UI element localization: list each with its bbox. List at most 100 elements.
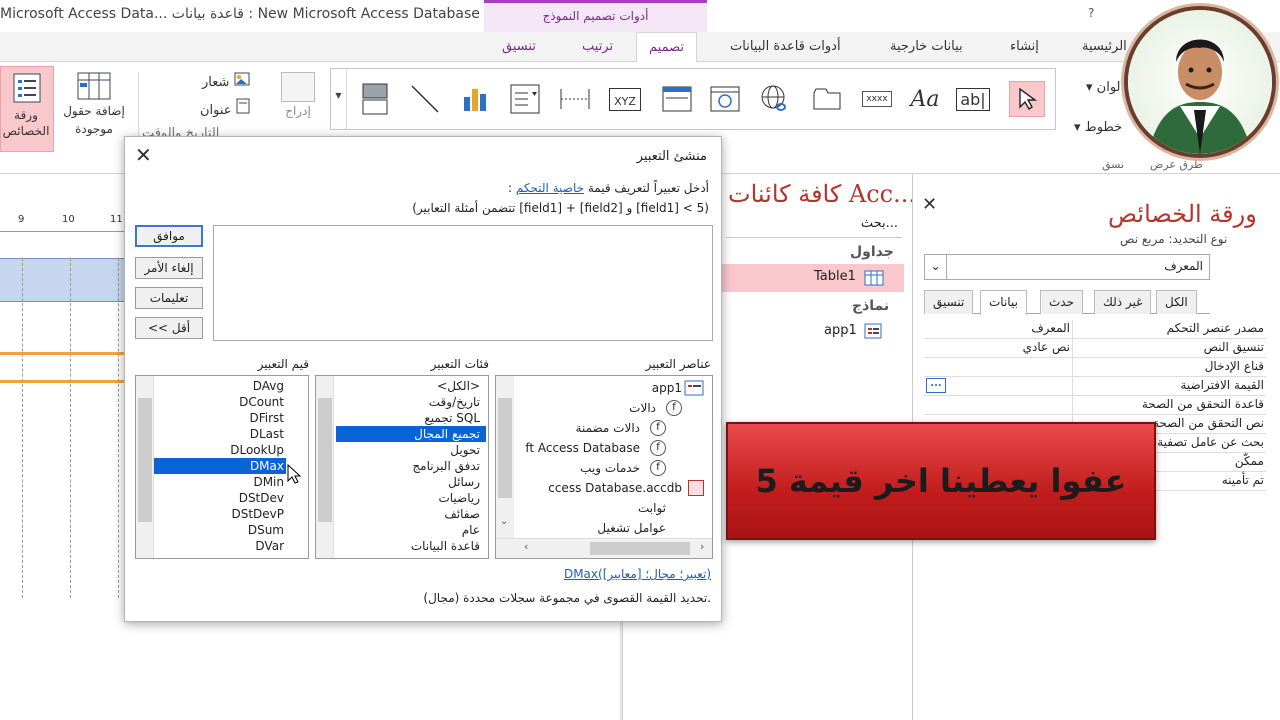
expression-elements-list[interactable]: app1 دالات دالات مضمنة ft Access Databas… [495, 375, 713, 559]
page-break-icon[interactable] [557, 81, 593, 117]
prop-row[interactable]: تنسيق النص نص عادي [924, 339, 1266, 358]
ptab-all[interactable]: الكل [1156, 290, 1197, 314]
ptab-other[interactable]: غير ذلك [1094, 290, 1152, 314]
form-header-band[interactable] [0, 258, 124, 302]
tab-arrange[interactable]: ترتيب [582, 32, 613, 62]
vertical-scrollbar[interactable] [136, 376, 154, 558]
less-button[interactable]: << أقل [135, 317, 203, 339]
toggle-button-icon[interactable] [357, 81, 393, 117]
scroll-left-icon[interactable]: ‹ [524, 540, 528, 553]
label-control-icon[interactable]: Aa [907, 81, 943, 117]
scroll-right-icon[interactable]: › [700, 540, 704, 553]
help-button[interactable]: تعليمات [135, 287, 203, 309]
list-item[interactable]: ccess Database.accdb [548, 480, 682, 496]
builder-button[interactable]: ... [926, 378, 946, 393]
list-item[interactable]: تحويل [450, 442, 480, 458]
prop-row[interactable]: قناع الإدخال [924, 358, 1266, 377]
combo-box-icon[interactable] [507, 81, 543, 117]
list-item[interactable]: ft Access Database [525, 440, 640, 456]
list-item-selected[interactable]: تجميع المجال [336, 426, 486, 442]
list-item[interactable]: عام [462, 522, 480, 538]
list-item[interactable]: DVar [255, 538, 284, 554]
list-item[interactable]: عوامل تشغيل [597, 520, 666, 536]
insert-image-button[interactable]: إدراج صورة [270, 70, 326, 138]
navigation-control-icon[interactable] [659, 81, 695, 117]
prop-row[interactable]: القيمة الافتراضية ... [924, 377, 1266, 396]
close-icon[interactable]: ✕ [135, 143, 152, 167]
list-item[interactable]: تدفق البرنامج [412, 458, 480, 474]
prop-row[interactable]: مصدر عنصر التحكم المعرف [924, 320, 1266, 339]
list-item[interactable]: DStDev [239, 490, 284, 506]
fonts-small-button[interactable]: ▾ خطوط [1074, 120, 1122, 135]
list-item[interactable]: DLast [250, 426, 284, 442]
list-item[interactable]: تاريخ/وقت [429, 394, 480, 410]
nav-item-table1[interactable]: Table1 [722, 264, 904, 292]
scroll-thumb[interactable] [138, 398, 152, 522]
scroll-thumb[interactable] [498, 398, 512, 498]
combo-dropdown-icon[interactable]: ⌄ [925, 255, 947, 279]
list-item[interactable]: رسائل [448, 474, 480, 490]
list-item[interactable]: دالات مضمنة [576, 420, 640, 436]
hyperlink-control-icon[interactable] [757, 81, 793, 117]
tab-format[interactable]: تنسيق [502, 32, 536, 62]
views-small-button[interactable]: ▾ ألوان [1086, 80, 1124, 95]
list-item[interactable]: DSum [248, 522, 284, 538]
help-icon[interactable]: ? [1088, 6, 1094, 20]
list-item[interactable]: DStDevP [231, 506, 284, 522]
ptab-format[interactable]: تنسيق [924, 290, 974, 314]
list-item[interactable]: DMin [253, 474, 284, 490]
expression-textarea[interactable] [213, 225, 713, 341]
logo-button[interactable]: شعار [202, 72, 250, 90]
list-item[interactable]: DFirst [250, 410, 285, 426]
list-item[interactable]: دالات [629, 400, 656, 416]
horizontal-scrollbar[interactable]: ‹ › [496, 538, 712, 558]
title-button[interactable]: عنوان [200, 98, 250, 118]
line-control-icon[interactable] [407, 81, 443, 117]
close-icon[interactable]: ✕ [922, 194, 937, 215]
gallery-scroll[interactable]: ▼ [331, 69, 347, 129]
property-sheet-button[interactable]: ورقة الخصائص [0, 66, 54, 152]
list-item[interactable]: app1 [652, 380, 682, 396]
gallery-scroll-down-icon[interactable]: ▼ [331, 91, 346, 100]
scroll-down-icon[interactable]: ⌄ [500, 516, 508, 527]
list-item[interactable]: خدمات ويب [580, 460, 640, 476]
nav-section-forms[interactable]: نماذج [852, 298, 889, 314]
control-selector-combo[interactable]: ⌄ المعرف [924, 254, 1210, 280]
vertical-scrollbar[interactable] [316, 376, 334, 558]
ok-button[interactable]: موافق [135, 225, 203, 247]
list-item[interactable]: DCount [239, 394, 284, 410]
nav-section-tables[interactable]: جداول [850, 244, 894, 260]
tab-control-icon[interactable] [809, 81, 845, 117]
ptab-event[interactable]: حدث [1040, 290, 1084, 314]
option-group-icon[interactable]: XYZ [607, 81, 643, 117]
prop-row[interactable]: قاعدة التحقق من الصحة [924, 396, 1266, 415]
expression-values-list[interactable]: DAvg DCount DFirst DLast DLookUp DMax DM… [135, 375, 309, 559]
list-item[interactable]: DLookUp [230, 442, 284, 458]
tab-create[interactable]: إنشاء [1010, 32, 1039, 62]
button-control-icon[interactable]: xxxx [859, 81, 895, 117]
web-browser-control-icon[interactable] [707, 81, 743, 117]
nav-item-app1[interactable]: app1 [822, 322, 904, 342]
scroll-thumb[interactable] [590, 542, 690, 555]
nav-search-input[interactable]: بحث... [726, 216, 902, 238]
list-item[interactable]: صفائف [444, 506, 480, 522]
ptab-data[interactable]: بيانات [980, 290, 1027, 315]
list-item[interactable]: <الكل> [437, 378, 480, 394]
control-property-link[interactable]: خاصية التحكم [516, 181, 584, 195]
list-item[interactable]: ثوابت [638, 500, 666, 516]
list-item[interactable]: تجميع SQL [424, 410, 480, 426]
list-item[interactable]: رياضيات [438, 490, 480, 506]
textbox-control-icon[interactable]: ab| [955, 81, 991, 117]
list-item-selected[interactable]: DMax [136, 458, 286, 474]
add-existing-fields-button[interactable]: إضافة حقول موجودة [56, 70, 132, 152]
tab-design[interactable]: تصميم [636, 32, 697, 63]
tab-external-data[interactable]: بيانات خارجية [890, 32, 963, 62]
list-item[interactable]: DAvg [253, 378, 284, 394]
date-time-button[interactable]: التاريخ والوقت [142, 126, 262, 136]
select-pointer-icon[interactable] [1009, 81, 1045, 117]
tab-database-tools[interactable]: أدوات قاعدة البيانات [730, 32, 841, 62]
list-item[interactable]: قاعدة البيانات [411, 538, 480, 554]
vertical-scrollbar[interactable]: ⌄ [496, 376, 514, 558]
function-syntax-link[interactable]: DMax(تعبير؛ مجال؛ [معايير]) [564, 567, 711, 581]
expression-categories-list[interactable]: <الكل> تاريخ/وقت تجميع SQL تجميع المجال … [315, 375, 489, 559]
